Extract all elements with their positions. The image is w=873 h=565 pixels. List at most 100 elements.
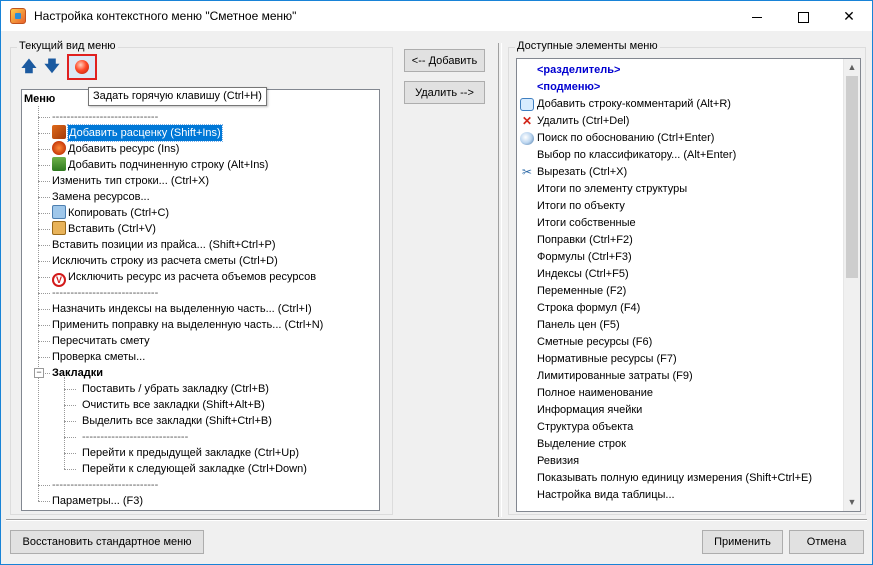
tree-menu-item[interactable]: Добавить ресурс (Ins) (52, 141, 179, 157)
available-item[interactable]: Показывать полную единицу измерения (Shi… (517, 470, 837, 487)
tree-menu-item[interactable]: Применить поправку на выделенную часть..… (52, 317, 323, 333)
tree-branch-line (38, 277, 50, 278)
available-item[interactable]: Структура объекта (517, 419, 837, 436)
set-hotkey-button[interactable] (67, 54, 97, 80)
available-items-list[interactable]: Настройка вида таблицы... Показывать полн… (516, 58, 861, 512)
tree-menu-item[interactable]: Проверка сметы... (52, 349, 145, 365)
available-item[interactable]: ✂ Вырезать (Ctrl+X) (517, 164, 837, 181)
current-menu-tree[interactable]: Меню ----------------------------- Добави… (21, 89, 380, 511)
available-item[interactable]: Формулы (Ctrl+F3) (517, 249, 837, 266)
tree-separator-item[interactable]: ----------------------------- (82, 429, 188, 445)
tree-menu-item[interactable]: Вставить (Ctrl+V) (52, 221, 156, 237)
tree-branch-line (38, 117, 50, 118)
tree-item-label: Проверка сметы... (52, 351, 146, 363)
tree-menu-item[interactable]: V Исключить ресурс из расчета объемов рес… (52, 269, 316, 287)
available-item[interactable]: Информация ячейки (517, 402, 837, 419)
tree-branch-line (38, 197, 50, 198)
add-rate-icon (52, 125, 66, 139)
tree-item-label: ----------------------------- (52, 479, 159, 491)
tree-separator-item[interactable]: ----------------------------- (52, 285, 158, 301)
delete-icon: ✕ (521, 114, 533, 128)
tree-item-label: ----------------------------- (52, 287, 159, 299)
available-item[interactable]: Выделение строк (517, 436, 837, 453)
available-item[interactable]: <разделитель> (517, 62, 837, 79)
search-icon (520, 132, 534, 145)
available-item[interactable]: Ревизия (517, 453, 837, 470)
available-item-label: Переменные (F2) (537, 285, 627, 297)
add-button[interactable]: <-- Добавить (404, 49, 485, 72)
maximize-icon (797, 11, 809, 23)
tree-menu-item[interactable]: Очистить все закладки (Shift+Alt+B) (82, 397, 265, 413)
tree-item-label: Копировать (Ctrl+C) (68, 207, 170, 219)
footer-separator (6, 519, 867, 521)
tree-menu-item[interactable]: Изменить тип строки... (Ctrl+X) (52, 173, 209, 189)
tree-menu-item[interactable]: Добавить подчиненную строку (Alt+Ins) (52, 157, 268, 173)
tree-menu-item[interactable]: Перейти к следующей закладке (Ctrl+Down) (82, 461, 307, 477)
apply-button[interactable]: Применить (702, 530, 783, 554)
tree-menu-item[interactable]: Параметры... (F3) (52, 493, 143, 509)
available-item[interactable]: Поправки (Ctrl+F2) (517, 232, 837, 249)
available-item[interactable]: Итоги по объекту (517, 198, 837, 215)
tree-item-label: Вставить позиции из прайса... (Shift+Ctr… (52, 239, 276, 251)
vertical-splitter[interactable] (498, 43, 502, 517)
tree-menu-item[interactable]: Замена ресурсов... (52, 189, 150, 205)
tree-menu-item[interactable]: Перейти к предыдущей закладке (Ctrl+Up) (82, 445, 299, 461)
comment-icon (520, 98, 534, 111)
available-item[interactable]: Выбор по классификатору... (Alt+Enter) (517, 147, 837, 164)
available-item[interactable]: Нормативные ресурсы (F7) (517, 351, 837, 368)
tree-branch-line (64, 469, 76, 470)
available-item[interactable]: Итоги собственные (517, 215, 837, 232)
restore-default-menu-button[interactable]: Восстановить стандартное меню (10, 530, 204, 554)
collapse-toggle-icon[interactable]: − (34, 368, 44, 378)
available-items-group-label: Доступные элементы меню (515, 40, 660, 52)
available-item-label: Вырезать (Ctrl+X) (537, 166, 628, 178)
cancel-button[interactable]: Отмена (789, 530, 864, 554)
tree-menu-item[interactable]: Выделить все закладки (Shift+Ctrl+B) (82, 413, 272, 429)
available-item-label: Итоги собственные (537, 217, 636, 229)
remove-button[interactable]: Удалить --> (404, 81, 485, 104)
available-item[interactable]: ✕ Удалить (Ctrl+Del) (517, 113, 837, 130)
scroll-down-arrow-icon[interactable]: ▼ (844, 494, 860, 511)
tree-item-label: Выделить все закладки (Shift+Ctrl+B) (82, 415, 272, 427)
scroll-up-arrow-icon[interactable]: ▲ (844, 59, 860, 76)
list-scrollbar[interactable]: ▲ ▼ (843, 59, 860, 511)
available-item[interactable]: Лимитированные затраты (F9) (517, 368, 837, 385)
move-down-button[interactable]: 🡇 (43, 58, 61, 76)
tree-separator-item[interactable]: ----------------------------- (52, 109, 158, 125)
available-item[interactable]: Итоги по элементу структуры (517, 181, 837, 198)
move-up-button[interactable]: 🡅 (20, 58, 38, 76)
available-item[interactable]: Поиск по обоснованию (Ctrl+Enter) (517, 130, 837, 147)
available-item[interactable]: Панель цен (F5) (517, 317, 837, 334)
maximize-button[interactable] (780, 1, 826, 31)
available-item[interactable]: <подменю> (517, 79, 837, 96)
available-item-label: Показывать полную единицу измерения (Shi… (537, 472, 813, 484)
tree-menu-item[interactable]: Добавить расценку (Shift+Ins) (52, 124, 223, 142)
arrow-up-icon: 🡅 (21, 58, 37, 75)
available-item[interactable]: Добавить строку-комментарий (Alt+R) (517, 96, 837, 113)
tree-submenu-item[interactable]: Закладки (52, 365, 103, 381)
available-item[interactable]: Переменные (F2) (517, 283, 837, 300)
available-item[interactable]: Полное наименование (517, 385, 837, 402)
available-item[interactable]: Строка формул (F4) (517, 300, 837, 317)
tree-menu-item[interactable]: Исключить строку из расчета сметы (Ctrl+… (52, 253, 278, 269)
tree-menu-item[interactable]: Копировать (Ctrl+C) (52, 205, 169, 221)
tree-child-connector-line (64, 377, 65, 469)
hotkey-tooltip: Задать горячую клавишу (Ctrl+H) (88, 87, 267, 106)
available-item[interactable]: Индексы (Ctrl+F5) (517, 266, 837, 283)
tree-item-label: Закладки (52, 367, 104, 379)
tree-menu-item[interactable]: Поставить / убрать закладку (Ctrl+B) (82, 381, 269, 397)
scissors-icon: ✂ (521, 165, 533, 179)
available-item[interactable]: Сметные ресурсы (F6) (517, 334, 837, 351)
tree-menu-item[interactable]: Назначить индексы на выделенную часть...… (52, 301, 312, 317)
scroll-thumb[interactable] (846, 76, 858, 278)
tree-item-label: Добавить подчиненную строку (Alt+Ins) (68, 159, 269, 171)
tree-branch-line (38, 501, 50, 502)
tree-menu-item[interactable]: Пересчитать смету (52, 333, 150, 349)
tree-menu-item[interactable]: Вставить позиции из прайса... (Shift+Ctr… (52, 237, 276, 253)
available-item[interactable]: Настройка вида таблицы... (517, 487, 837, 504)
tree-branch-line (38, 261, 50, 262)
tree-separator-item[interactable]: ----------------------------- (52, 477, 158, 493)
close-button[interactable]: ✕ (826, 1, 872, 31)
minimize-button[interactable] (734, 1, 780, 31)
current-menu-group-label: Текущий вид меню (17, 40, 118, 52)
